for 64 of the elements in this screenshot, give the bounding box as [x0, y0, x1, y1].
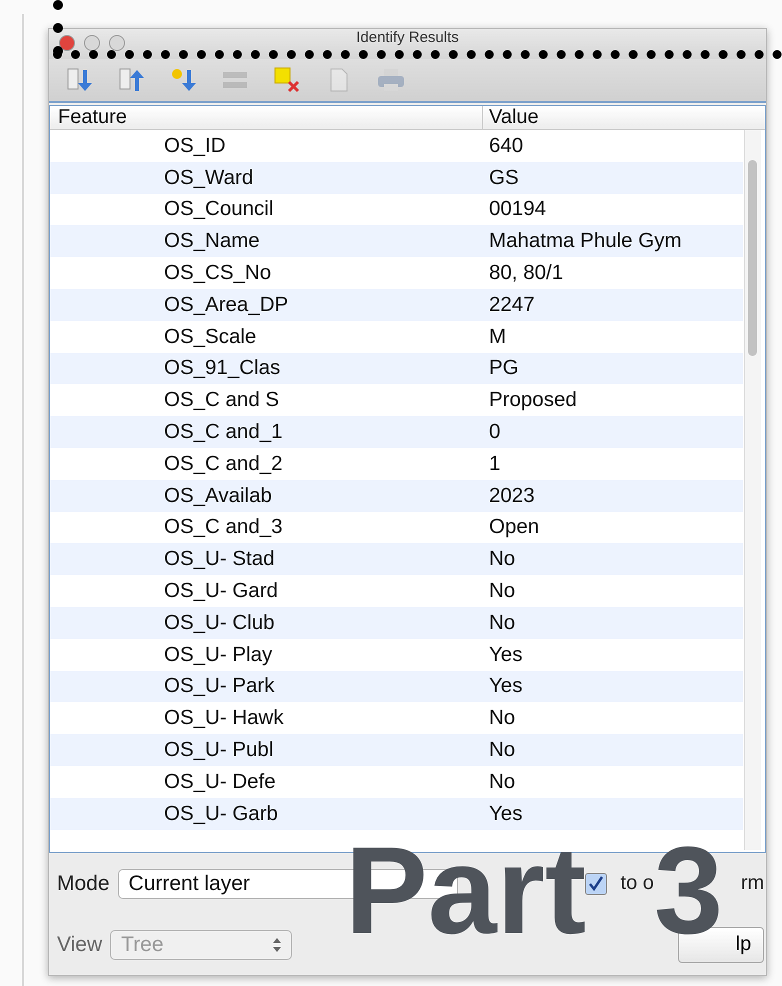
feature-cell-text: OS_C and_3	[163, 515, 284, 540]
value-cell-text: Yes	[488, 674, 524, 698]
value-cell-text: 2023	[488, 484, 536, 508]
value-cell-text: PG	[488, 356, 520, 380]
updown-arrows-icon	[273, 938, 282, 952]
value-cell-text: M	[488, 324, 508, 349]
column-header[interactable]: Feature	[50, 106, 482, 129]
value-cell-text: No	[488, 610, 516, 635]
value-cell-text: 2247	[488, 292, 536, 317]
view-label: View	[57, 932, 102, 956]
value-cell-text: 0	[488, 420, 502, 444]
feature-cell-text: OS_Area_DP	[163, 292, 290, 317]
feature-cell-text: OS_U- Park	[163, 674, 276, 698]
value-cell-text: 80, 80/1	[488, 261, 564, 286]
scrollbar-thumb[interactable]	[748, 160, 757, 356]
value-cell-text: Mahatma Phule Gym	[488, 229, 683, 254]
feature-cell-text: OS_U- Publ	[163, 738, 274, 762]
feature-cell-text: OS_U- Garb	[163, 802, 279, 826]
mode-label: Mode	[57, 872, 110, 896]
value-cell-text: GS	[488, 166, 520, 190]
checkbox-label-fragment: rm	[740, 872, 764, 895]
value-cell-text: No	[488, 547, 516, 572]
close-button[interactable]	[59, 35, 75, 51]
value-cell-text: 00194	[488, 197, 548, 222]
feature-cell-text: OS_C and_1	[163, 420, 284, 444]
feature-cell-text: OS_C and_2	[163, 452, 284, 476]
feature-cell-text: OS_CS_No	[163, 261, 272, 286]
minimize-button[interactable]	[84, 35, 100, 51]
value-cell-text: No	[488, 579, 516, 604]
checkmark-icon	[588, 876, 604, 892]
feature-cell-text: OS_Ward	[163, 166, 254, 190]
value-cell-text: Yes	[488, 802, 524, 826]
list-icon	[222, 70, 248, 90]
square-cross-icon	[274, 67, 300, 93]
expand-down-icon	[66, 67, 92, 93]
checkbox-label-fragment: to o	[620, 872, 654, 895]
document-icon	[330, 68, 348, 92]
value-cell-text: Yes	[488, 642, 524, 667]
feature-cell-text: OS_C and S	[163, 388, 280, 412]
feature-cell-text: OS_Scale	[163, 324, 258, 349]
feature-cell-text: OS_ID	[163, 134, 227, 158]
scrollbar[interactable]	[744, 130, 761, 850]
value-cell-text: No	[488, 738, 516, 762]
feature-cell-text: OS_U- Club	[163, 610, 276, 635]
feature-cell-text: OS_Name	[163, 229, 261, 254]
column-header[interactable]: Value	[482, 106, 740, 129]
zoom-button[interactable]	[109, 35, 125, 51]
value-cell-text: 1	[488, 452, 502, 476]
feature-cell-text: OS_U- Play	[163, 642, 274, 667]
value-cell-text: No	[488, 706, 516, 730]
feature-cell-text: OS_U- Gard	[163, 579, 279, 604]
feature-cell-text: OS_Availab	[163, 484, 273, 508]
feature-cell-text: OS_U- Hawk	[163, 706, 285, 730]
collapse-up-icon	[118, 67, 144, 93]
value-cell-text: Proposed	[488, 388, 578, 412]
feature-cell-text: OS_U- Stad	[163, 547, 276, 572]
feature-cell-text: OS_U- Defe	[163, 770, 277, 794]
feature-cell-text: OS_Council	[163, 197, 274, 222]
value-cell-text: Open	[488, 515, 540, 540]
value-cell-text: 640	[488, 134, 524, 158]
feature-cell-text: OS_91_Clas	[163, 356, 282, 380]
window-title: Identify Results	[356, 30, 459, 45]
value-cell-text: No	[488, 770, 516, 794]
auto-open-checkbox[interactable]	[584, 872, 607, 894]
